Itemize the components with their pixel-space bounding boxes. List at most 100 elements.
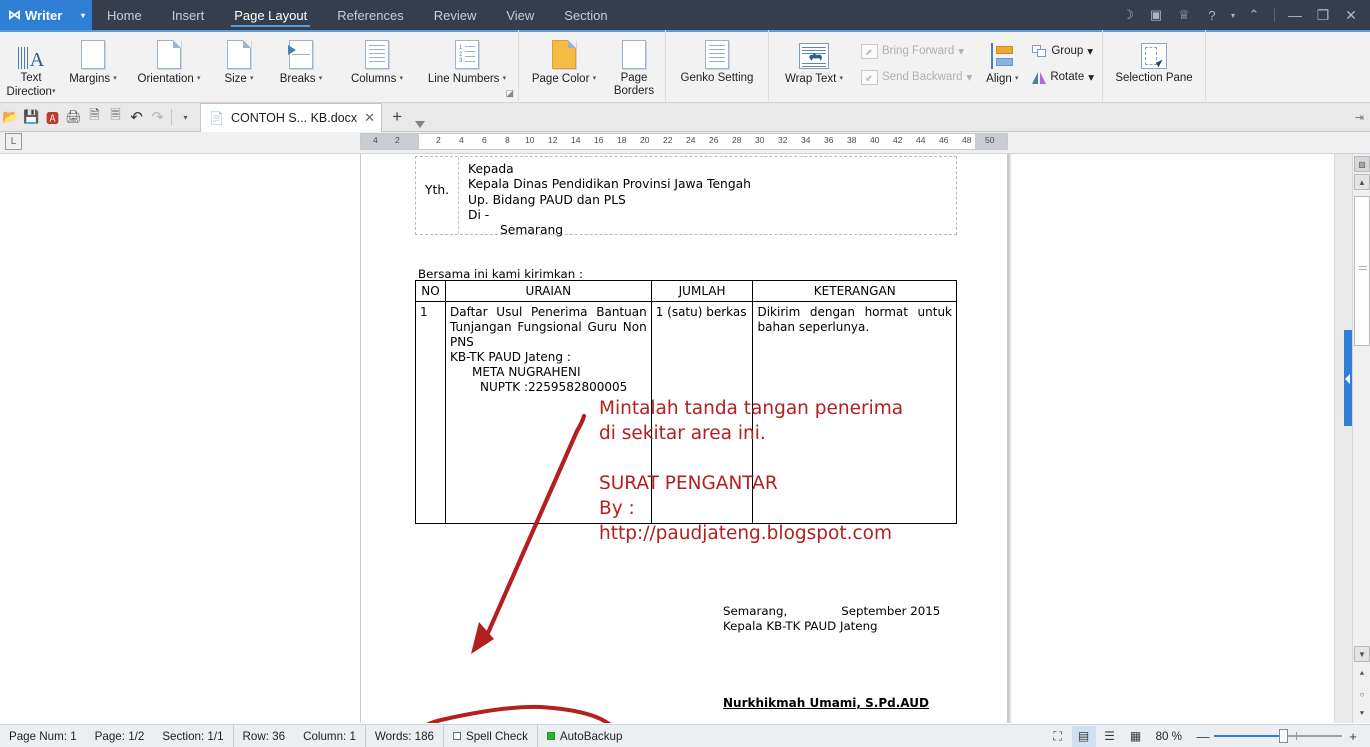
menu-tab-home[interactable]: Home: [92, 0, 157, 30]
minimize-button[interactable]: —: [1282, 0, 1308, 30]
new-tab-button[interactable]: +: [382, 103, 412, 132]
close-icon[interactable]: ✕: [364, 110, 375, 126]
bring-forward-button[interactable]: ⬈ Bring Forward ▾: [858, 38, 975, 64]
redo-icon[interactable]: ↷: [147, 106, 168, 128]
document-page[interactable]: Yth. Kepada Kepala Dinas Pendidikan Prov…: [360, 154, 1008, 723]
shirt-icon[interactable]: ♕: [1171, 0, 1197, 30]
selection-pane-button[interactable]: Selection Pane: [1106, 34, 1202, 85]
tab-overflow-icon[interactable]: ⇥: [1355, 111, 1370, 124]
chevron-down-icon[interactable]: ▾: [400, 75, 404, 82]
group-button[interactable]: Group ▾: [1029, 38, 1097, 64]
restore-button[interactable]: ❐: [1310, 0, 1336, 30]
save-icon[interactable]: 💾: [21, 106, 42, 128]
select-browse-object-icon[interactable]: ▨: [1354, 156, 1370, 172]
chevron-down-icon[interactable]: ▾: [1088, 70, 1094, 84]
menu-tab-insert[interactable]: Insert: [157, 0, 220, 30]
help-caret-icon[interactable]: ▾: [1227, 0, 1239, 30]
address-text-frame[interactable]: Yth. Kepada Kepala Dinas Pendidikan Prov…: [415, 156, 957, 237]
status-page[interactable]: Page: 1/2: [86, 725, 154, 747]
zoom-in-button[interactable]: +: [1344, 729, 1362, 744]
chevron-down-icon[interactable]: ▾: [503, 75, 507, 82]
document-content[interactable]: Yth. Kepada Kepala Dinas Pendidikan Prov…: [361, 154, 1009, 723]
app-menu-button[interactable]: ⋈ Writer ▾: [0, 0, 92, 30]
page-color-button[interactable]: Page Color ▾: [522, 34, 606, 86]
print-icon[interactable]: 🖨: [63, 106, 84, 128]
print-layout-view-button[interactable]: ▤: [1071, 725, 1096, 747]
chevron-down-icon[interactable]: ▾: [52, 88, 56, 95]
orientation-button[interactable]: Orientation ▾: [127, 34, 211, 86]
chevron-down-icon[interactable]: ▾: [1015, 75, 1019, 82]
scroll-up-button[interactable]: ▲: [1354, 174, 1370, 190]
zoom-slider[interactable]: [1214, 729, 1342, 743]
menu-tab-review[interactable]: Review: [419, 0, 492, 30]
navigation-pane-handle[interactable]: [1344, 330, 1352, 426]
line-numbers-button[interactable]: 123 Line Numbers ▾: [419, 34, 515, 86]
columns-button[interactable]: Columns ▾: [335, 34, 419, 86]
moon-icon[interactable]: ☽: [1115, 0, 1141, 30]
chevron-down-icon[interactable]: ▾: [958, 44, 964, 58]
margins-button[interactable]: Margins ▾: [59, 34, 127, 86]
genko-setting-button[interactable]: Genko Setting: [669, 34, 765, 85]
document-canvas[interactable]: Yth. Kepada Kepala Dinas Pendidikan Prov…: [0, 154, 1370, 723]
status-row[interactable]: Row: 36: [234, 725, 295, 747]
rotate-button[interactable]: Rotate ▾: [1029, 64, 1097, 90]
print-direct-icon[interactable]: 🗏: [105, 106, 126, 128]
status-page-num[interactable]: Page Num: 1: [0, 725, 86, 747]
text-direction-button[interactable]: A Text Direction▾: [3, 34, 59, 99]
web-layout-view-button[interactable]: ▦: [1124, 726, 1148, 747]
chevron-down-icon[interactable]: ▾: [319, 75, 323, 82]
status-autobackup[interactable]: AutoBackup: [538, 725, 632, 747]
page-setup-dialog-launcher[interactable]: ◪: [505, 88, 514, 99]
collapse-ribbon-icon[interactable]: ⌃: [1241, 0, 1267, 30]
menu-tab-view[interactable]: View: [491, 0, 549, 30]
app-menu-caret-icon[interactable]: ▾: [81, 11, 85, 20]
print-preview-icon[interactable]: 🗎: [84, 106, 105, 128]
undo-icon[interactable]: ↶: [126, 106, 147, 128]
document-tab[interactable]: 📄 CONTOH S... KB.docx ✕: [200, 102, 383, 132]
keterangan-line-justified: Dikirim dengan hormat untuk: [757, 305, 952, 319]
horizontal-ruler[interactable]: 4 2 2 4 6 8 10 12 14 16 18 20 22 24 26 2…: [360, 121, 1008, 167]
page-borders-button[interactable]: Page Borders: [606, 34, 662, 98]
previous-page-button[interactable]: ⯅: [1354, 666, 1370, 682]
menu-tab-references[interactable]: References: [322, 0, 418, 30]
chevron-down-icon[interactable]: ▾: [967, 70, 973, 84]
outline-view-button[interactable]: ☰: [1098, 726, 1122, 747]
status-section[interactable]: Section: 1/1: [153, 724, 234, 747]
chevron-down-icon[interactable]: ▾: [113, 75, 117, 82]
page-color-label: Page Color: [531, 73, 590, 85]
chevron-down-icon[interactable]: ▾: [840, 75, 844, 82]
full-screen-view-button[interactable]: ⛶: [1046, 726, 1070, 747]
zoom-level-label[interactable]: 80 %: [1150, 730, 1192, 743]
document-info-icon[interactable]: ▣: [1143, 0, 1169, 30]
export-pdf-icon[interactable]: 🅰: [42, 106, 63, 128]
close-button[interactable]: ✕: [1338, 0, 1364, 30]
next-page-button[interactable]: ⯆: [1354, 706, 1370, 722]
status-spell-check[interactable]: Spell Check: [444, 724, 538, 747]
wrap-text-button[interactable]: Wrap Text ▾: [772, 34, 856, 86]
send-backward-button[interactable]: ⬋ Send Backward ▾: [858, 64, 975, 90]
open-icon[interactable]: 📂: [0, 106, 21, 128]
quick-access-divider: [171, 109, 172, 125]
vertical-scrollbar[interactable]: ▨ ▲ ▼ ⯅ ○ ⯆: [1352, 154, 1370, 723]
breaks-button[interactable]: Breaks ▾: [267, 34, 335, 86]
status-column[interactable]: Column: 1: [294, 724, 366, 747]
help-icon[interactable]: ?: [1199, 0, 1225, 30]
status-words[interactable]: Words: 186: [366, 724, 444, 747]
tab-stop-selector[interactable]: L: [5, 133, 22, 150]
menu-tab-section[interactable]: Section: [549, 0, 622, 30]
chevron-down-icon[interactable]: ▾: [593, 75, 597, 82]
menu-tab-page-layout[interactable]: Page Layout: [219, 0, 322, 30]
customize-caret-icon[interactable]: ▾: [175, 106, 196, 128]
zoom-out-button[interactable]: —: [1194, 729, 1212, 744]
uraian-line-5: META NUGRAHENI: [471, 365, 581, 379]
size-button[interactable]: Size ▾: [211, 34, 267, 86]
chevron-down-icon[interactable]: ▾: [250, 75, 254, 82]
zoom-slider-thumb[interactable]: [1279, 729, 1288, 743]
chevron-down-icon[interactable]: ▾: [1087, 44, 1093, 58]
align-button[interactable]: Align ▾: [977, 34, 1027, 86]
browse-object-circle-icon[interactable]: ○: [1354, 686, 1370, 702]
scroll-down-button[interactable]: ▼: [1354, 646, 1370, 662]
scrollbar-thumb[interactable]: [1354, 196, 1370, 346]
chevron-down-icon[interactable]: ▾: [197, 75, 201, 82]
first-line-indent-marker[interactable]: [415, 121, 425, 145]
